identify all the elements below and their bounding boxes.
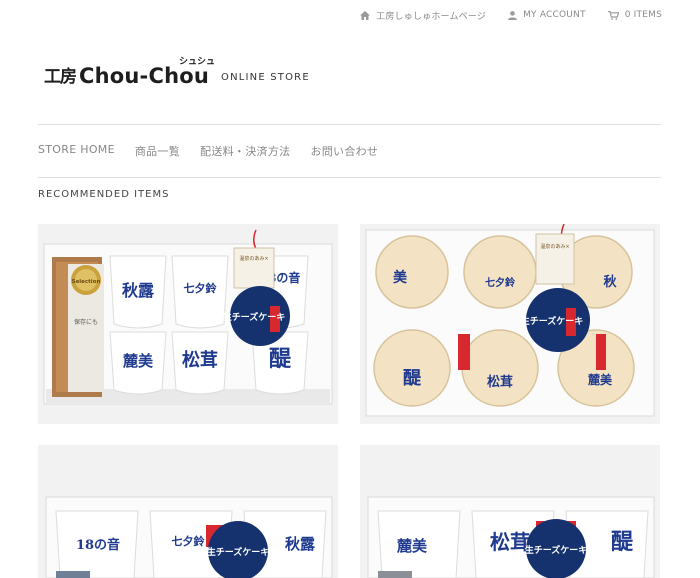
cup-label: 七夕鈴 xyxy=(485,276,516,289)
product-image-1: Selection 保存にも 秋露 七夕鈴 18の音 麓美 松茸 醍 温泉のあみ… xyxy=(38,224,338,424)
cup-label: 麓美 xyxy=(397,537,428,555)
product-image-3: 18の音 七夕鈴 秋露 生チーズケーキ xyxy=(38,445,338,578)
cup-label: 醍 xyxy=(611,529,634,555)
cart-icon xyxy=(607,10,619,20)
tag-upper-text: 温泉のあみ× xyxy=(239,255,268,262)
tag-text: 生チーズケーキ xyxy=(521,315,584,327)
product-card-1[interactable]: Selection 保存にも 秋露 七夕鈴 18の音 麓美 松茸 醍 温泉のあみ… xyxy=(38,224,338,424)
cart-label: 0 ITEMS xyxy=(624,10,662,20)
packet-text: 保存にも xyxy=(74,318,98,326)
nav-divider xyxy=(38,177,661,178)
cup-label: 麓美 xyxy=(587,372,613,387)
cart-link[interactable]: 0 ITEMS xyxy=(607,10,662,20)
header-divider xyxy=(38,124,661,125)
cup-label: 秋露 xyxy=(122,281,155,300)
main-nav: STORE HOME 商品一覧 配送料・決済方法 お問い合わせ xyxy=(38,143,378,159)
cup-label: 松茸 xyxy=(182,349,218,371)
medal-text: Selection xyxy=(72,279,101,285)
cup-label: 秋 xyxy=(603,274,617,290)
cup-label: 七夕鈴 xyxy=(184,281,218,295)
product-card-2[interactable]: 美 七夕鈴 秋 醍 松茸 麓美 温泉のあみ× 生チーズケーキ xyxy=(360,224,660,424)
nav-products[interactable]: 商品一覧 xyxy=(135,143,180,159)
cup-label: 18の音 xyxy=(76,537,120,553)
cup-label: 醍 xyxy=(269,346,292,372)
home-link-label: 工房しゅしゅホームページ xyxy=(376,11,487,22)
store-logo[interactable]: 工房 Chou-Chou シュシュ ONLINE STORE xyxy=(44,55,310,87)
utility-bar: 工房しゅしゅホームページ MY ACCOUNT 0 ITEMS xyxy=(360,8,662,22)
cup-label: 七夕鈴 xyxy=(172,534,206,548)
logo-ruby: シュシュ xyxy=(178,57,215,67)
cup-label: 松茸 xyxy=(487,374,513,390)
tag-text: 生チーズケーキ xyxy=(207,546,270,558)
online-store-label: ONLINE STORE xyxy=(221,72,310,83)
cup-label: 醍 xyxy=(403,368,422,389)
home-icon xyxy=(360,10,371,20)
product-image-2: 美 七夕鈴 秋 醍 松茸 麓美 温泉のあみ× 生チーズケーキ xyxy=(360,224,660,424)
section-title: RECOMMENDED ITEMS xyxy=(38,189,170,200)
product-image-4: 麓美 松茸 醍 生チーズケーキ xyxy=(360,445,660,578)
user-icon xyxy=(508,10,518,20)
nav-store-home[interactable]: STORE HOME xyxy=(38,143,115,159)
logo-name: Chou-Chou xyxy=(79,64,209,88)
cup-label: 美 xyxy=(393,269,408,286)
product-card-4[interactable]: 麓美 松茸 醍 生チーズケーキ xyxy=(360,445,660,578)
tag-text: 生チーズケーキ xyxy=(525,544,588,556)
logo-kanji: 工房 xyxy=(44,67,77,87)
cup-label: 麓美 xyxy=(123,352,154,370)
nav-contact[interactable]: お問い合わせ xyxy=(310,143,378,159)
my-account-link[interactable]: MY ACCOUNT xyxy=(508,10,586,20)
nav-shipping[interactable]: 配送料・決済方法 xyxy=(200,143,290,159)
logo-name-wrap: Chou-Chou シュシュ xyxy=(79,57,215,88)
tag-text: 生チーズケーキ xyxy=(223,311,286,323)
tag-upper-text: 温泉のあみ× xyxy=(540,243,569,250)
cup-label: 秋露 xyxy=(285,535,316,553)
my-account-label: MY ACCOUNT xyxy=(523,10,586,20)
home-link[interactable]: 工房しゅしゅホームページ xyxy=(360,9,486,22)
product-card-3[interactable]: 18の音 七夕鈴 秋露 生チーズケーキ xyxy=(38,445,338,578)
